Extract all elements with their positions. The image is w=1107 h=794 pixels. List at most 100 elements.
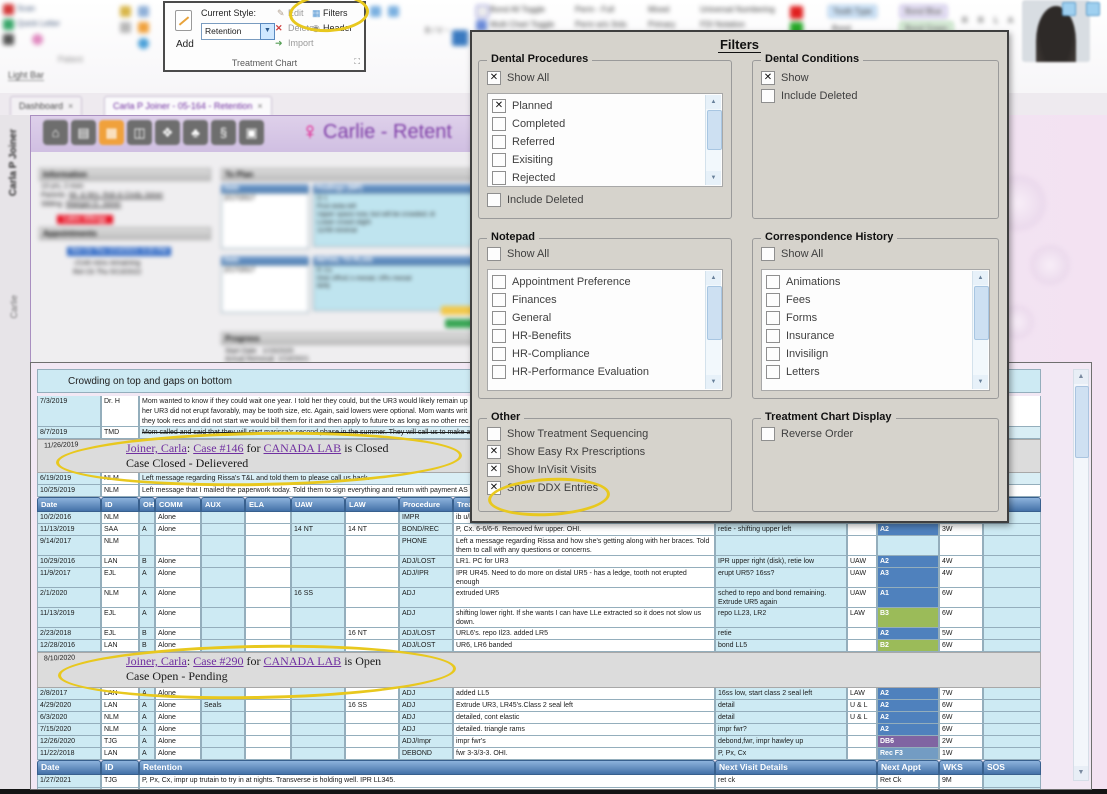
column-header[interactable]: ELA [245, 497, 291, 512]
procedure-filter-checkbox[interactable]: Completed [492, 115, 704, 133]
checkbox-icon[interactable]: ✕ [487, 445, 501, 459]
visit-row[interactable]: 11/13/2019SAAAAlone14 NT14 NTBOND/RECP, … [37, 524, 1041, 536]
correspondence-filter-checkbox[interactable]: Invisilign [766, 345, 971, 363]
close-icon[interactable]: × [68, 101, 73, 111]
procedure-filter-checkbox[interactable]: Exisiting [492, 151, 704, 169]
scrollbar-thumb[interactable] [974, 286, 989, 340]
scan-button[interactable]: Scan [17, 4, 35, 13]
column-header[interactable]: COMM [155, 497, 201, 512]
condition-filter-checkbox[interactable]: Include Deleted [761, 87, 990, 105]
visit-row[interactable]: 6/3/2020NLMAAloneADJdetailed, cont elast… [37, 712, 1041, 724]
import-button[interactable]: Import [288, 38, 314, 48]
checkbox-icon[interactable] [492, 347, 506, 361]
printer-icon[interactable] [3, 34, 14, 45]
scrollbar-thumb[interactable] [1075, 386, 1089, 458]
scroll-up-icon[interactable]: ▲ [1074, 370, 1088, 384]
next-appointment-link[interactable]: Ret Ck Thu 5/13/2022 [73, 269, 211, 276]
lab-case-row[interactable]: 8/10/2020Joiner, Carla: Case #290 for CA… [37, 652, 1041, 688]
home-icon[interactable]: ⌂ [43, 120, 68, 145]
column-header[interactable]: UAW [291, 497, 345, 512]
column-header[interactable]: Next Visit Details [715, 760, 877, 775]
format-buttons[interactable]: B / V ~ [425, 26, 449, 35]
calendar-icon[interactable]: ◫ [127, 120, 152, 145]
checkbox-icon[interactable] [766, 365, 780, 379]
current-appointment[interactable]: Ret Ck Thu 1/14/2021 3:20 PM [67, 247, 171, 256]
procedure-filter-checkbox[interactable]: Referred [492, 133, 704, 151]
checkbox-icon[interactable] [492, 171, 506, 185]
column-header[interactable]: OH [139, 497, 155, 512]
checkbox-icon[interactable]: ✕ [487, 481, 501, 495]
close-icon[interactable]: × [257, 101, 262, 111]
add-button[interactable]: Add [176, 39, 194, 50]
checkbox-icon[interactable] [766, 275, 780, 289]
case-link[interactable]: Case #290 [193, 654, 243, 668]
window-button-1[interactable] [1062, 2, 1076, 16]
notepad-filter-checkbox[interactable]: Appointment Preference [492, 273, 704, 291]
visit-row[interactable]: 2/1/2020NLMAAlone16 SSADJextruded UR5sch… [37, 588, 1041, 608]
filters-button[interactable]: Filters [323, 8, 348, 18]
notepad-filter-checkbox[interactable]: Finances [492, 291, 704, 309]
column-header[interactable]: Date [37, 760, 101, 775]
correspondence-filter-checkbox[interactable]: Letters [766, 363, 971, 381]
visit-row[interactable]: 11/13/2019EJLAAloneADJshifting lower rig… [37, 608, 1041, 628]
display-filter-checkbox[interactable]: Reverse Order [761, 425, 990, 443]
tab-dashboard[interactable]: Dashboard× [10, 96, 82, 116]
checkbox-icon[interactable] [487, 427, 501, 441]
visit-row[interactable]: 12/26/2020TJGAAloneADJ/Imprimpr fwr'sdeb… [37, 736, 1041, 748]
dialog-launcher-icon[interactable]: ⛶ [354, 57, 360, 67]
camera-icon[interactable]: ▣ [239, 120, 264, 145]
column-header[interactable]: SOS [983, 760, 1041, 775]
visit-row[interactable]: 11/22/2018LANAAloneDEBONDfwr 3-3/3-3. OH… [37, 748, 1041, 760]
tooth-type-button[interactable]: Tooth Type [828, 5, 877, 18]
retention-header-row[interactable]: DateIDRetentionNext Visit DetailsNext Ap… [37, 760, 1041, 775]
visit-row[interactable]: 2/23/2018EJLBAlone16 NTADJ/LOSTURL6's. r… [37, 628, 1041, 640]
show-all-checkbox[interactable]: ✕Show All [487, 69, 549, 87]
light-bar-label[interactable]: Light Bar [8, 70, 44, 81]
notepad-filter-checkbox[interactable]: General [492, 309, 704, 327]
checkbox-icon[interactable] [492, 293, 506, 307]
universal-numbering-option[interactable]: Universal Numbering [700, 5, 775, 14]
perm-wo-3rds-option[interactable]: Perm w/o 3rds [575, 20, 627, 29]
mixed-option[interactable]: Mixed [648, 5, 669, 14]
column-header[interactable]: WKS [939, 760, 983, 775]
case-link[interactable]: Case #146 [193, 441, 243, 455]
window-button-2[interactable] [1086, 2, 1100, 16]
lab-link[interactable]: CANADA LAB [264, 654, 342, 668]
primary-option[interactable]: Primary [648, 20, 676, 29]
star-icon[interactable] [138, 22, 149, 33]
visit-row[interactable]: 4/29/2020LANAAloneSeals16 SSADJExtrude U… [37, 700, 1041, 712]
chart-icon[interactable]: ▦ [99, 120, 124, 145]
lab-link[interactable]: CANADA LAB [264, 441, 342, 455]
checkbox-icon[interactable] [487, 247, 501, 261]
scroll-down-icon[interactable]: ▼ [1074, 766, 1088, 780]
list-scrollbar[interactable]: ▲ ▼ [705, 95, 721, 185]
column-header[interactable]: ID [101, 760, 139, 775]
bond-blue-button[interactable]: Bond Blue [900, 5, 947, 18]
scrollbar-thumb[interactable] [707, 286, 722, 340]
brush-icon[interactable] [138, 6, 149, 17]
scroll-down-icon[interactable]: ▼ [706, 171, 721, 185]
checkbox-icon[interactable] [492, 275, 506, 289]
show-all-checkbox[interactable]: Show All [761, 245, 823, 263]
pencil-icon[interactable] [120, 6, 131, 17]
delete-button[interactable]: Delete [288, 23, 314, 33]
visit-row[interactable]: 12/28/2016LANBAloneADJ/LOSTUR6, LR6 band… [37, 640, 1041, 652]
visit-row[interactable]: 10/29/2016LANBAloneADJ/LOSTLR1. PC for U… [37, 556, 1041, 568]
column-header[interactable]: Procedure [399, 497, 453, 512]
visit-row[interactable]: 7/15/2020NLMAAloneADJdetailed. triangle … [37, 724, 1041, 736]
checkbox-icon[interactable] [492, 329, 506, 343]
table-scrollbar[interactable]: ▲ ▼ [1073, 369, 1089, 781]
procedure-filter-checkbox[interactable]: Rejected [492, 169, 704, 187]
notepad-filter-checkbox[interactable]: HR-Benefits [492, 327, 704, 345]
tab-patient-chart[interactable]: Carla P Joiner - 05-164 - Retention× [104, 96, 272, 116]
redo-icon[interactable] [388, 6, 399, 17]
checkbox-icon[interactable]: ✕ [487, 71, 501, 85]
other-filter-checkbox[interactable]: ✕Show DDX Entries [487, 479, 723, 497]
document-icon[interactable]: ▤ [71, 120, 96, 145]
procedure-filter-checkbox[interactable]: ✕Planned [492, 97, 704, 115]
correspondence-filter-checkbox[interactable]: Fees [766, 291, 971, 309]
other-filter-checkbox[interactable]: ✕Show InVisit Visits [487, 461, 723, 479]
checkbox-icon[interactable]: ✕ [492, 99, 506, 113]
scroll-down-icon[interactable]: ▼ [973, 375, 988, 389]
notepad-filter-checkbox[interactable]: HR-Performance Evaluation [492, 363, 704, 381]
